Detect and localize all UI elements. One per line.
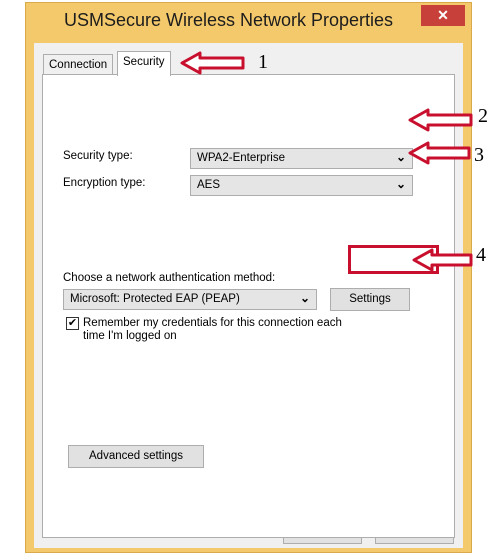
security-type-select[interactable]: WPA2-Enterprise ⌄	[190, 148, 413, 169]
encryption-type-select[interactable]: AES ⌄	[190, 175, 413, 196]
encryption-type-label: Encryption type:	[63, 177, 146, 189]
settings-button[interactable]: Settings	[330, 288, 410, 311]
chevron-down-icon: ⌄	[395, 177, 406, 191]
security-type-value: WPA2-Enterprise	[197, 152, 285, 164]
security-panel: Security type: WPA2-Enterprise ⌄ Encrypt…	[42, 74, 455, 538]
properties-window: USMSecure Wireless Network Properties ✕ …	[25, 2, 472, 553]
security-type-label: Security type:	[63, 150, 133, 162]
chevron-down-icon: ⌄	[395, 150, 406, 164]
remember-label-line2: time I'm logged on	[83, 330, 177, 342]
close-button[interactable]: ✕	[421, 5, 465, 26]
title-bar: USMSecure Wireless Network Properties ✕	[26, 3, 471, 41]
tab-connection[interactable]: Connection	[43, 54, 114, 75]
remember-credentials-label: Remember my credentials for this connect…	[83, 317, 342, 343]
checkmark-icon: ✔	[67, 317, 78, 329]
left-arrow-icon	[180, 51, 245, 75]
left-arrow-icon	[412, 248, 473, 272]
annotation-number-3: 3	[474, 144, 484, 166]
window-title: USMSecure Wireless Network Properties	[63, 10, 394, 30]
chevron-down-icon: ⌄	[299, 291, 310, 305]
close-icon: ✕	[437, 7, 449, 23]
annotation-number-4: 4	[476, 244, 486, 266]
auth-method-value: Microsoft: Protected EAP (PEAP)	[70, 293, 240, 305]
left-arrow-icon	[408, 141, 471, 165]
encryption-type-value: AES	[197, 179, 221, 191]
advanced-settings-button[interactable]: Advanced settings	[68, 445, 204, 468]
annotation-number-1: 1	[258, 51, 268, 73]
remember-label-line1: Remember my credentials for this connect…	[83, 317, 342, 329]
tab-security[interactable]: Security	[117, 51, 171, 76]
remember-credentials-checkbox[interactable]: ✔	[66, 317, 79, 330]
auth-method-select[interactable]: Microsoft: Protected EAP (PEAP) ⌄	[63, 289, 317, 310]
annotation-number-2: 2	[478, 105, 488, 127]
left-arrow-icon	[408, 108, 473, 132]
dialog-client-area: Connection Security Security type: WPA2-…	[34, 43, 463, 548]
auth-method-label: Choose a network authentication method:	[63, 272, 276, 284]
